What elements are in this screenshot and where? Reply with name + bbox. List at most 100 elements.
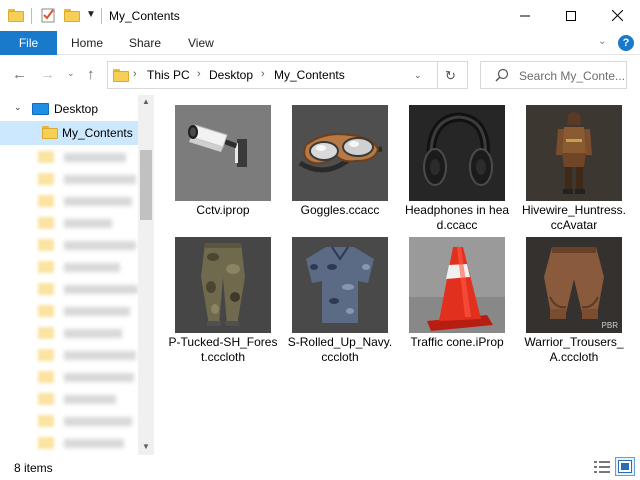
cctv-camera-thumbnail — [175, 105, 271, 201]
scroll-down-icon[interactable]: ▼ — [142, 442, 150, 451]
properties-icon[interactable] — [41, 7, 56, 23]
file-name: Traffic cone.iProp — [410, 335, 504, 349]
headphones-thumbnail — [409, 105, 505, 201]
forward-arrow-icon[interactable]: → — [40, 66, 55, 83]
redacted-label — [64, 351, 136, 360]
separator — [101, 8, 102, 24]
chevron-down-icon[interactable]: ⌄ — [14, 102, 22, 113]
folder-icon — [38, 349, 54, 361]
redacted-label — [64, 439, 124, 448]
warrior-trousers-thumbnail: PBR — [526, 237, 622, 333]
search-input[interactable]: Search My_Conte... — [480, 61, 627, 89]
camo-pants-thumbnail — [175, 237, 271, 333]
navigation-scrollbar[interactable]: ▲ ▼ — [138, 95, 154, 455]
ribbon-tabs: File Home Share View ⌄ ? — [0, 31, 640, 55]
redacted-label — [64, 153, 126, 162]
navigation-pane: ⌄ Desktop My_Contents — [0, 95, 154, 455]
scroll-up-icon[interactable]: ▲ — [142, 97, 150, 106]
traffic-cone-thumbnail — [409, 237, 505, 333]
recent-locations-icon[interactable]: ⌄ — [67, 68, 75, 79]
folder-icon — [8, 9, 24, 22]
minimize-button[interactable] — [502, 0, 548, 31]
redacted-label — [64, 395, 116, 404]
tab-share[interactable]: Share — [129, 31, 161, 55]
folder-icon — [38, 327, 54, 339]
folder-icon — [38, 217, 54, 229]
tab-home[interactable]: Home — [71, 31, 103, 55]
folder-icon — [38, 305, 54, 317]
folder-icon — [38, 195, 54, 207]
search-icon — [495, 68, 509, 85]
desktop-icon — [32, 103, 49, 115]
redacted-label — [64, 175, 136, 184]
status-bar: 8 items — [0, 455, 640, 480]
close-icon — [611, 8, 623, 24]
redacted-label — [64, 263, 120, 272]
expand-ribbon-icon[interactable]: ⌄ — [598, 36, 606, 47]
customize-toolbar-icon[interactable]: ▼ — [86, 9, 96, 20]
up-arrow-icon[interactable]: ↑ — [87, 66, 95, 83]
redacted-label — [64, 417, 132, 426]
large-icons-icon — [618, 460, 632, 473]
title-bar: ▼ My_Contents — [0, 0, 640, 31]
folder-icon — [38, 283, 54, 295]
folder-icon — [38, 261, 54, 273]
search-placeholder: Search My_Conte... — [519, 69, 624, 83]
window-title: My_Contents — [109, 9, 180, 23]
huntress-avatar-thumbnail — [526, 105, 622, 201]
separator — [31, 8, 32, 24]
redacted-label — [64, 307, 130, 316]
sidebar-item-label: My_Contents — [62, 126, 133, 140]
folder-icon — [113, 69, 129, 82]
folder-icon — [38, 371, 54, 383]
redacted-label — [64, 285, 138, 294]
minimize-icon — [520, 8, 530, 24]
folder-icon — [38, 393, 54, 405]
file-name: Warrior_Trousers_A.cccloth — [524, 335, 624, 364]
details-view-icon[interactable] — [594, 460, 610, 477]
file-name: Goggles.ccacc — [300, 203, 380, 217]
chevron-down-icon[interactable]: ⌄ — [414, 70, 422, 81]
redacted-label — [64, 329, 122, 338]
redacted-label — [64, 197, 132, 206]
breadcrumb-desktop[interactable]: Desktop — [209, 68, 253, 82]
back-arrow-icon[interactable]: ← — [12, 66, 27, 83]
large-icons-view-button[interactable] — [615, 457, 635, 476]
folder-icon — [38, 437, 54, 449]
help-icon[interactable]: ? — [618, 35, 634, 51]
file-view: Cctv.iprop Goggles.ccacc Headphones in h… — [158, 95, 640, 455]
redacted-label — [64, 373, 134, 382]
breadcrumb-this-pc[interactable]: This PC — [147, 68, 190, 82]
chevron-right-icon[interactable]: › — [261, 68, 265, 80]
tab-file[interactable]: File — [0, 31, 57, 55]
pbr-badge: PBR — [601, 321, 618, 330]
file-name: P-Tucked-SH_Forest.cccloth — [168, 335, 278, 364]
file-name: Cctv.iprop — [196, 203, 250, 217]
folder-icon — [38, 415, 54, 427]
folder-icon — [38, 173, 54, 185]
redacted-label — [64, 219, 112, 228]
tab-view[interactable]: View — [188, 31, 214, 55]
goggles-thumbnail — [292, 105, 388, 201]
file-name: Hivewire_Huntress.ccAvatar — [521, 203, 627, 232]
scrollbar-thumb[interactable] — [140, 150, 152, 220]
refresh-icon[interactable]: ↻ — [445, 68, 456, 84]
sidebar-item-label: Desktop — [54, 102, 99, 116]
folder-icon — [38, 239, 54, 251]
maximize-icon — [566, 8, 576, 24]
close-button[interactable] — [594, 0, 640, 31]
navy-shirt-thumbnail — [292, 237, 388, 333]
separator — [437, 62, 438, 88]
new-folder-icon[interactable] — [64, 9, 80, 22]
file-name: S-Rolled_Up_Navy.cccloth — [287, 335, 393, 364]
chevron-right-icon[interactable]: › — [197, 68, 201, 80]
folder-icon — [42, 126, 58, 139]
maximize-button[interactable] — [548, 0, 594, 31]
breadcrumb-my-contents[interactable]: My_Contents — [274, 68, 345, 82]
address-bar[interactable]: › This PC › Desktop › My_Contents ⌄ ↻ — [107, 61, 468, 89]
sidebar-item-my-contents[interactable]: My_Contents — [0, 121, 138, 145]
chevron-right-icon[interactable]: › — [133, 68, 137, 80]
redacted-label — [64, 241, 136, 250]
folder-icon — [38, 151, 54, 163]
sidebar-item-desktop[interactable]: ⌄ Desktop — [0, 97, 138, 121]
